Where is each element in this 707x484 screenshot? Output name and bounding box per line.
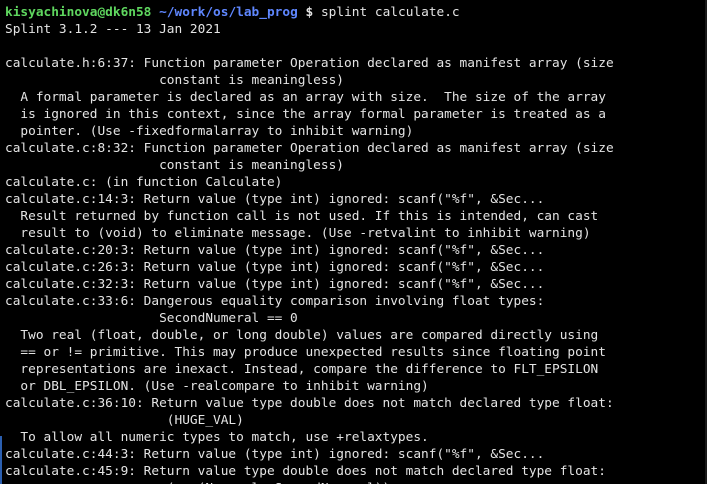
- terminal-window[interactable]: kisyachinova@dk6n58 ~/work/os/lab_prog $…: [0, 0, 707, 484]
- output-line: calculate.c:44:3: Return value (type int…: [5, 447, 545, 462]
- output-line: To allow all numeric types to match, use…: [5, 430, 429, 445]
- output-line: calculate.c:32:3: Return value (type int…: [5, 277, 545, 292]
- output-line: calculate.c:33:6: Dangerous equality com…: [5, 294, 545, 309]
- output-line: (pow(Numeral, SecondNumeral)): [5, 480, 707, 484]
- output-line: calculate.c:14:3: Return value (type int…: [5, 192, 545, 207]
- output-line: calculate.c:45:9: Return value type doub…: [5, 464, 606, 479]
- output-line: Two real (float, double, or long double)…: [5, 328, 599, 343]
- prompt-symbol: $: [305, 5, 314, 20]
- command-text: splint calculate.c: [320, 5, 460, 20]
- selection-edge-marker: [0, 436, 2, 484]
- prompt-user-host: kisyachinova@dk6n58: [5, 5, 152, 20]
- output-line: result to (void) to eliminate message. (…: [5, 226, 591, 241]
- prompt-path: ~/work/os/lab_prog: [159, 5, 298, 20]
- output-line: calculate.c:36:10: Return value type dou…: [5, 396, 614, 411]
- output-line: (HUGE_VAL): [5, 413, 244, 428]
- output-line: pointer. (Use -fixedformalarray to inhib…: [5, 124, 414, 139]
- output-line: SecondNumeral == 0: [5, 311, 298, 326]
- output-line: constant is meaningless): [5, 158, 344, 173]
- prompt-line: kisyachinova@dk6n58 ~/work/os/lab_prog $…: [5, 4, 707, 21]
- output-line: A formal parameter is declared as an arr…: [5, 90, 606, 105]
- output-line: == or != primitive. This may produce une…: [5, 345, 606, 360]
- output-line: calculate.c:26:3: Return value (type int…: [5, 260, 545, 275]
- output-line: representations are inexact. Instead, co…: [5, 362, 599, 377]
- output-line: calculate.c:8:32: Function parameter Ope…: [5, 141, 614, 156]
- output-line: calculate.c:20:3: Return value (type int…: [5, 243, 545, 258]
- terminal-output: Splint 3.1.2 --- 13 Jan 2021 calculate.h:…: [5, 21, 707, 484]
- output-line: or DBL_EPSILON. (Use -realcompare to inh…: [5, 379, 429, 394]
- output-line: is ignored in this context, since the ar…: [5, 107, 606, 122]
- output-line: constant is meaningless): [5, 73, 344, 88]
- output-line: calculate.h:6:37: Function parameter Ope…: [5, 56, 614, 71]
- output-line: calculate.c: (in function Calculate): [5, 175, 283, 190]
- output-line: Splint 3.1.2 --- 13 Jan 2021: [5, 22, 221, 37]
- output-line: Result returned by function call is not …: [5, 209, 599, 224]
